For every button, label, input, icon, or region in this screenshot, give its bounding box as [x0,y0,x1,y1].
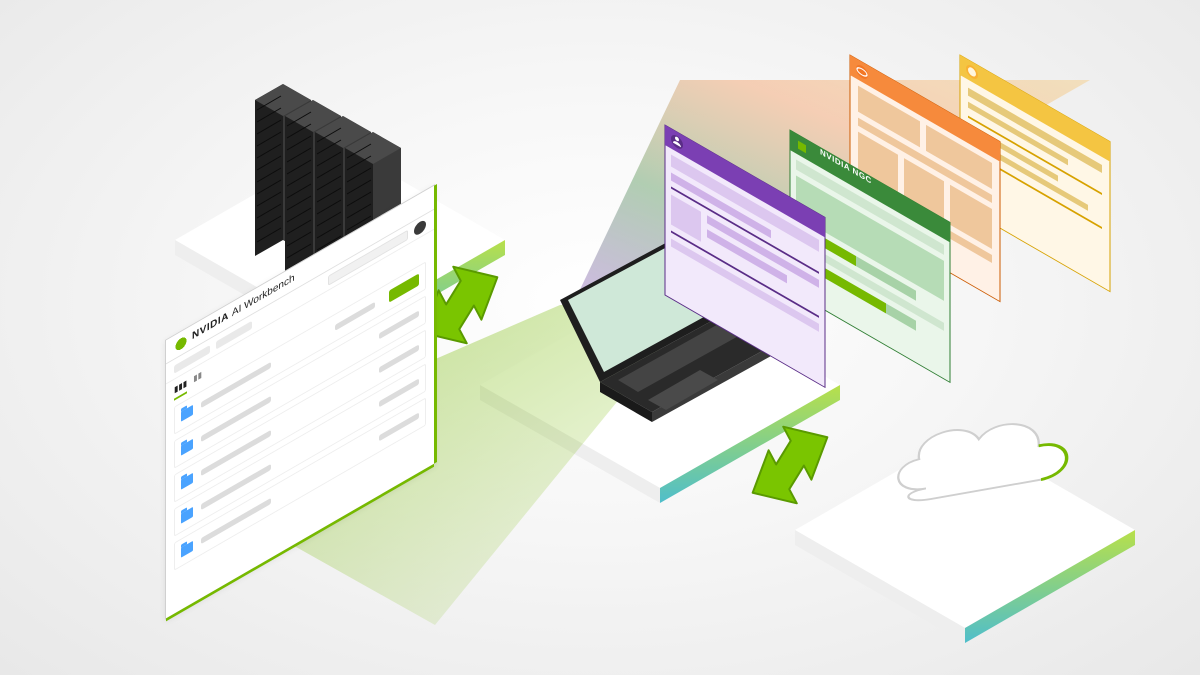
folder-icon [181,439,193,456]
folder-icon [181,507,193,524]
item-meta-placeholder [379,310,419,339]
item-meta-placeholder [379,378,419,407]
folder-icon [181,405,193,422]
item-meta-placeholder [379,344,419,373]
item-meta-placeholder [379,412,419,441]
folder-icon [181,473,193,490]
item-meta-placeholder [335,302,375,331]
open-button[interactable] [389,273,419,302]
folder-icon [181,541,193,558]
window-accent-edge [434,184,437,464]
nvidia-logo-icon [174,332,188,354]
